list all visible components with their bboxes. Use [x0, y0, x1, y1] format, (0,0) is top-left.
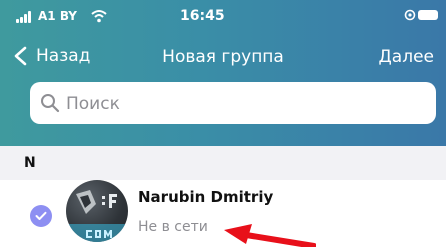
contact-status: Не в сети	[138, 219, 208, 235]
wifi-icon	[91, 10, 107, 23]
signal-icon	[16, 11, 34, 23]
annotation-arrow-icon	[224, 224, 316, 247]
search-input[interactable]	[64, 82, 428, 126]
battery-icon	[418, 10, 438, 20]
selected-checkmark-icon[interactable]	[30, 205, 52, 227]
search-icon	[41, 94, 60, 113]
avatar	[66, 180, 128, 242]
status-time: 16:45	[180, 8, 225, 24]
header: A1 BY 16:45 Назад Новая группа Далее	[0, 0, 446, 146]
section-letter: N	[24, 155, 36, 171]
navigation-bar: Назад Новая группа Далее	[0, 34, 446, 78]
location-icon	[404, 9, 416, 21]
carrier-label: A1 BY	[38, 9, 77, 23]
status-bar: A1 BY 16:45	[0, 0, 446, 34]
next-button[interactable]: Далее	[379, 47, 434, 67]
contact-name: Narubin Dmitriy	[138, 188, 274, 206]
section-header: N	[0, 146, 446, 180]
search-bar[interactable]	[30, 82, 436, 126]
